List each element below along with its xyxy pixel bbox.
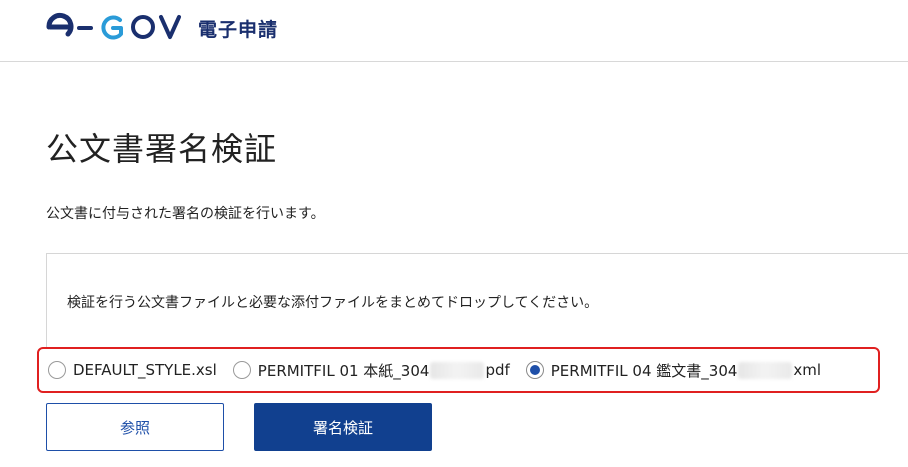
page-description: 公文書に付与された署名の検証を行います。 — [46, 206, 325, 222]
file-name: PERMITFIL 04 鑑文書_304 xml — [551, 360, 821, 381]
egov-logo[interactable]: 電子申請 — [46, 12, 278, 42]
redacted-text — [738, 361, 793, 379]
site-header: 電子申請 — [0, 0, 908, 62]
file-extension: pdf — [485, 361, 510, 379]
browse-button[interactable]: 参照 — [46, 403, 224, 451]
service-name: 電子申請 — [198, 18, 279, 41]
file-option-permitfil-01[interactable]: PERMITFIL 01 本紙_304 pdf — [232, 360, 510, 381]
file-selection-list: DEFAULT_STYLE.xsl PERMITFIL 01 本紙_304 pd… — [37, 347, 880, 393]
file-radio[interactable] — [48, 361, 66, 379]
file-name: PERMITFIL 01 本紙_304 pdf — [258, 360, 510, 381]
redacted-text — [430, 361, 485, 379]
file-extension: xml — [793, 361, 822, 379]
verify-signature-button[interactable]: 署名検証 — [254, 403, 432, 451]
drop-instructions: 検証を行う公文書ファイルと必要な添付ファイルをまとめてドロップしてください。 — [67, 295, 599, 311]
file-option-default-style[interactable]: DEFAULT_STYLE.xsl — [48, 361, 217, 379]
egov-logo-mark — [46, 13, 181, 40]
page-title: 公文書署名検証 — [46, 130, 278, 168]
file-option-permitfil-04[interactable]: PERMITFIL 04 鑑文書_304 xml — [525, 360, 821, 381]
file-name-text: PERMITFIL 01 本紙_304 — [257, 361, 430, 380]
file-radio[interactable] — [232, 361, 251, 379]
file-name-text: PERMITFIL 04 鑑文書_304 — [550, 361, 738, 380]
file-name: DEFAULT_STYLE.xsl — [73, 361, 217, 379]
file-drop-zone[interactable]: 検証を行う公文書ファイルと必要な添付ファイルをまとめてドロップしてください。 — [46, 253, 908, 350]
file-name-text: DEFAULT_STYLE.xsl — [73, 361, 217, 379]
file-radio-selected[interactable] — [525, 361, 544, 379]
radio-selected-dot — [529, 365, 540, 375]
page: 電子申請 公文書署名検証 公文書に付与された署名の検証を行います。 検証を行う公… — [0, 0, 908, 467]
